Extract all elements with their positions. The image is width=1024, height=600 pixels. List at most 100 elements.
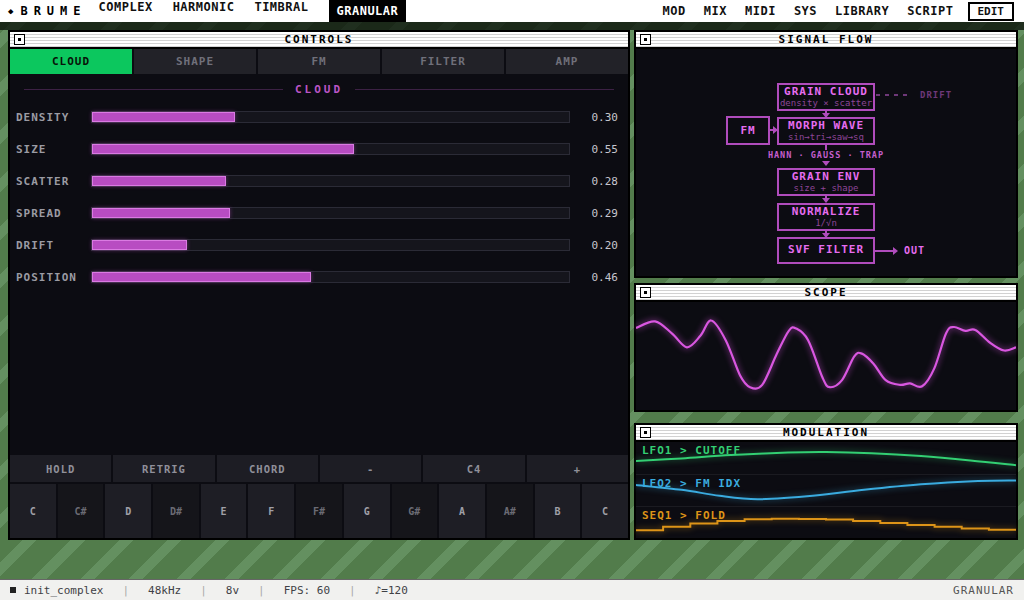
menubar-shadow bbox=[0, 22, 1024, 30]
edit-button[interactable]: EDIT bbox=[968, 2, 1015, 21]
tab-fm[interactable]: FM bbox=[258, 49, 382, 74]
slider-track-density[interactable] bbox=[91, 111, 570, 123]
signal-flow-header: SIGNAL FLOW bbox=[636, 32, 1016, 49]
key-d-2[interactable]: D bbox=[105, 484, 151, 538]
key-gsharp-8[interactable]: G# bbox=[392, 484, 438, 538]
slider-fill bbox=[92, 272, 311, 282]
menu-item-library[interactable]: LIBRARY bbox=[835, 4, 889, 18]
modulation-body: LFO1 > CUTOFF LFO2 > FM IDX SEQ1 > FOLD bbox=[636, 442, 1016, 538]
mod-row-2: SEQ1 > FOLD bbox=[636, 506, 1016, 538]
node-subtitle: density × scatter bbox=[779, 98, 873, 108]
tab-amp[interactable]: AMP bbox=[506, 49, 628, 74]
node-title: NORMALIZE bbox=[779, 206, 873, 218]
panel-dot-icon[interactable] bbox=[640, 427, 651, 438]
env-shapes-label: HANN · GAUSS · TRAP bbox=[636, 150, 1016, 160]
section-header: CLOUD bbox=[24, 83, 614, 96]
slider-fill bbox=[92, 176, 226, 186]
node-morph-wave: MORPH WAVE sin→tri→saw→sq bbox=[777, 117, 875, 145]
button-hold[interactable]: HOLD bbox=[10, 455, 111, 482]
status-square-icon bbox=[10, 587, 16, 593]
keyboard: CC#DD#EFF#GG#AA#BC bbox=[10, 482, 628, 538]
node-title: MORPH WAVE bbox=[779, 120, 873, 132]
status-segment-4: ♪=120 bbox=[375, 584, 408, 597]
tab-shape[interactable]: SHAPE bbox=[134, 49, 258, 74]
key-a-9[interactable]: A bbox=[439, 484, 485, 538]
button-plus[interactable]: + bbox=[527, 455, 628, 482]
menu-item-script[interactable]: SCRIPT bbox=[907, 4, 953, 18]
signal-flow-title: SIGNAL FLOW bbox=[779, 33, 874, 46]
key-c-12[interactable]: C bbox=[582, 484, 628, 538]
menu-item-complex[interactable]: COMPLEX bbox=[99, 0, 153, 22]
key-c-0[interactable]: C bbox=[10, 484, 56, 538]
scope-title: SCOPE bbox=[804, 286, 847, 299]
key-dsharp-3[interactable]: D# bbox=[153, 484, 199, 538]
menu-item-mix[interactable]: MIX bbox=[704, 4, 727, 18]
slider-track-spread[interactable] bbox=[91, 207, 570, 219]
tab-filter[interactable]: FILTER bbox=[382, 49, 506, 74]
slider-label: DRIFT bbox=[16, 239, 91, 252]
node-grain-env: GRAIN ENV size + shape bbox=[777, 168, 875, 196]
menu-item-granular[interactable]: GRANULAR bbox=[329, 0, 407, 22]
node-grain-cloud: GRAIN CLOUD density × scatter bbox=[777, 83, 875, 111]
key-b-11[interactable]: B bbox=[535, 484, 581, 538]
scope-panel: SCOPE bbox=[634, 283, 1018, 412]
menu-item-mod[interactable]: MOD bbox=[663, 4, 686, 18]
panel-dot-icon[interactable] bbox=[640, 34, 651, 45]
node-subtitle: size + shape bbox=[779, 183, 873, 193]
slider-row-size: SIZE0.55 bbox=[10, 133, 628, 165]
status-segment-3: FPS: 60 bbox=[284, 584, 330, 597]
modulation-header: MODULATION bbox=[636, 425, 1016, 442]
key-asharp-10[interactable]: A# bbox=[487, 484, 533, 538]
node-title: GRAIN ENV bbox=[779, 171, 873, 183]
slider-fill bbox=[92, 208, 230, 218]
panel-dot-icon[interactable] bbox=[640, 287, 651, 298]
mod-row-label: LFO2 > FM IDX bbox=[642, 477, 741, 490]
tab-cloud[interactable]: CLOUD bbox=[10, 49, 134, 74]
status-segment-1: 48kHz bbox=[148, 584, 181, 597]
button-minus[interactable]: - bbox=[320, 455, 421, 482]
mod-row-0: LFO1 > CUTOFF bbox=[636, 442, 1016, 474]
key-f-5[interactable]: F bbox=[248, 484, 294, 538]
menu-item-sys[interactable]: SYS bbox=[794, 4, 817, 18]
slider-fill bbox=[92, 240, 187, 250]
menu-item-midi[interactable]: MIDI bbox=[745, 4, 776, 18]
app-logo-text: BRUME bbox=[20, 4, 86, 18]
signal-flow-panel: SIGNAL FLOW GRAIN CLOUD density × scatte… bbox=[634, 30, 1018, 278]
node-normalize: NORMALIZE 1/√n bbox=[777, 203, 875, 231]
button-chord[interactable]: CHORD bbox=[217, 455, 318, 482]
slider-value: 0.30 bbox=[570, 111, 618, 124]
scope-waveform bbox=[636, 302, 1016, 410]
key-g-7[interactable]: G bbox=[344, 484, 390, 538]
node-fm: FM bbox=[726, 116, 770, 145]
status-left: init_complex|48kHz|8v|FPS: 60|♪=120 bbox=[24, 584, 408, 597]
controls-panel-title: CONTROLS bbox=[285, 33, 354, 46]
button-retrig[interactable]: RETRIG bbox=[113, 455, 214, 482]
modulation-title: MODULATION bbox=[783, 426, 869, 439]
controls-tabs: CLOUDSHAPEFMFILTERAMP bbox=[10, 49, 628, 74]
node-subtitle: sin→tri→saw→sq bbox=[779, 132, 873, 142]
menu-item-harmonic[interactable]: HARMONIC bbox=[173, 0, 235, 22]
menu-item-timbral[interactable]: TIMBRAL bbox=[254, 0, 308, 22]
slider-row-drift: DRIFT 0.20 bbox=[10, 229, 628, 261]
node-title: GRAIN CLOUD bbox=[779, 86, 873, 98]
button-c4[interactable]: C4 bbox=[423, 455, 524, 482]
slider-track-scatter[interactable] bbox=[91, 175, 570, 187]
slider-value: 0.46 bbox=[570, 271, 618, 284]
slider-value: 0.20 bbox=[570, 239, 618, 252]
node-title: FM bbox=[740, 125, 755, 137]
slider-track-size[interactable] bbox=[91, 143, 570, 155]
panel-dot-icon[interactable] bbox=[14, 34, 25, 45]
key-fsharp-6[interactable]: F# bbox=[296, 484, 342, 538]
slider-track-position[interactable] bbox=[91, 271, 570, 283]
scope-body bbox=[636, 302, 1016, 410]
key-csharp-1[interactable]: C# bbox=[58, 484, 104, 538]
key-e-4[interactable]: E bbox=[201, 484, 247, 538]
node-subtitle: 1/√n bbox=[779, 218, 873, 228]
drift-label: DRIFT bbox=[920, 90, 952, 100]
perform-buttons: HOLDRETRIGCHORD-C4+ bbox=[10, 455, 628, 482]
section-title: CLOUD bbox=[295, 83, 343, 96]
slider-label: SCATTER bbox=[16, 175, 91, 188]
slider-track-drift[interactable] bbox=[91, 239, 570, 251]
scope-header: SCOPE bbox=[636, 285, 1016, 302]
slider-row-spread: SPREAD0.29 bbox=[10, 197, 628, 229]
